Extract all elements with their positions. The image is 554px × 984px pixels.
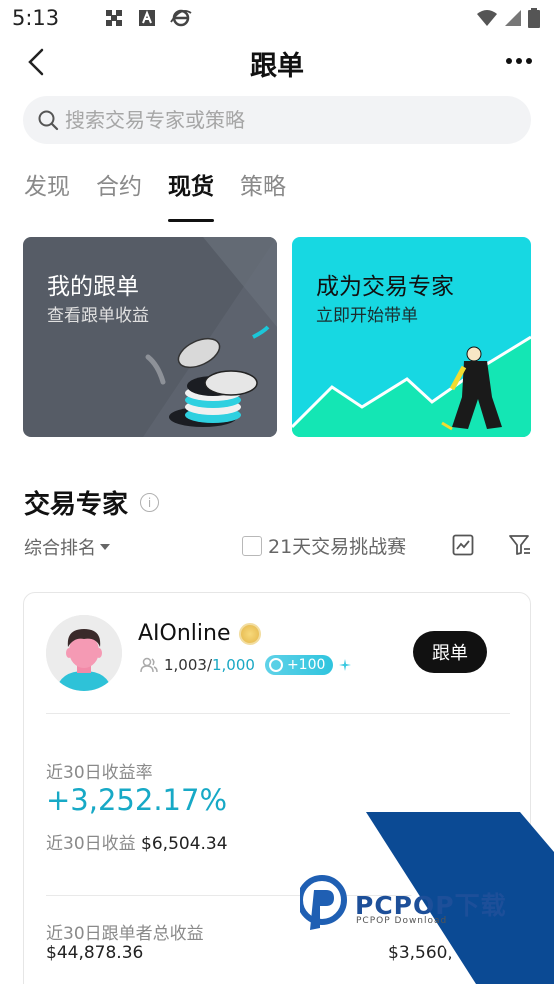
become-expert-banner[interactable]: 成为交易专家 立即开始带单	[292, 237, 531, 437]
trader-name-text: AIOnline	[138, 621, 231, 646]
search-bar[interactable]	[23, 96, 531, 144]
signal-icon	[505, 10, 521, 26]
challenge-filter[interactable]: 21天交易挑战赛	[242, 532, 406, 559]
tab-bar: 发现 合约 现货 策略	[24, 170, 286, 226]
follow-button[interactable]: 跟单	[413, 631, 487, 673]
follower-pnl-value: $44,878.36	[46, 943, 144, 963]
follower-pnl-label: 近30日跟单者总收益	[46, 924, 204, 944]
tab-spot[interactable]: 现货	[168, 170, 214, 222]
more-options-button[interactable]	[506, 58, 532, 64]
my-copy-trading-banner[interactable]: 我的跟单 查看跟单收益	[23, 237, 277, 437]
header: 跟单	[0, 38, 554, 88]
banner-title: 我的跟单	[47, 274, 139, 300]
banner-subtitle: 查看跟单收益	[47, 306, 149, 326]
section-title-text: 交易专家	[24, 490, 129, 520]
avatar[interactable]	[46, 615, 122, 691]
status-notification-icons	[104, 8, 192, 28]
filter-funnel-icon[interactable]	[508, 534, 532, 556]
pnl-label: 近30日收益	[46, 834, 136, 854]
watermark-sub: PCPOP Download	[356, 916, 448, 926]
trader-name[interactable]: AIOnline	[138, 621, 261, 646]
pnl-rate-label: 近30日收益率	[46, 763, 153, 783]
font-app-icon	[139, 10, 155, 26]
app-grid-icon	[106, 10, 122, 26]
tab-strategy[interactable]: 策略	[240, 170, 286, 222]
level-badge-icon	[238, 622, 261, 645]
page-title: 跟单	[250, 51, 304, 82]
challenge-checkbox[interactable]	[242, 535, 262, 556]
capacity-boost-badge: +100	[264, 655, 334, 675]
avatar-illustration	[46, 615, 122, 691]
more-dot-icon	[526, 58, 532, 64]
banner-title: 成为交易专家	[316, 274, 454, 300]
search-input[interactable]	[65, 96, 515, 144]
status-bar: 5:13	[0, 0, 554, 38]
wifi-icon	[477, 10, 497, 26]
trader-card[interactable]: AIOnline 1,003/1,000 +100 跟单 近30日收益率 +3,…	[23, 592, 531, 984]
info-icon[interactable]: i	[140, 493, 160, 512]
caret-down-icon	[100, 544, 110, 550]
coin-icon	[268, 658, 283, 672]
pnl-value: $6,504.34	[141, 834, 228, 854]
filter-row: 综合排名 21天交易挑战赛	[24, 532, 532, 562]
boost-value: +100	[286, 657, 326, 673]
pnl-row: 近30日收益 $6,504.34	[46, 829, 228, 854]
aum-value: $3,560,65	[388, 943, 475, 963]
divider	[46, 713, 510, 714]
more-dot-icon	[516, 58, 522, 64]
status-time: 5:13	[12, 6, 60, 30]
sort-dropdown[interactable]: 综合排名	[24, 534, 110, 560]
users-icon	[140, 657, 158, 673]
search-icon	[38, 110, 59, 131]
section-title: 交易专家 i	[24, 484, 160, 521]
pnl-rate-value: +3,252.17%	[46, 783, 227, 817]
sparkle-icon	[339, 659, 352, 671]
follower-count-text: 1,003/1,000	[164, 656, 255, 674]
tab-futures[interactable]: 合约	[96, 170, 142, 222]
browser-icon	[170, 9, 192, 27]
banner-subtitle: 立即开始带单	[316, 306, 418, 326]
challenge-label: 21天交易挑战赛	[268, 536, 407, 558]
more-dot-icon	[506, 58, 512, 64]
sort-label: 综合排名	[24, 538, 96, 559]
chart-view-icon[interactable]	[452, 534, 474, 556]
status-system-icons	[476, 8, 540, 28]
tab-discover[interactable]: 发现	[24, 170, 70, 222]
battery-icon	[528, 8, 540, 28]
follower-count: 1,003/1,000 +100	[140, 655, 352, 675]
follower-count-cap: 1,000	[212, 656, 255, 674]
follower-count-current: 1,003/	[164, 656, 212, 674]
